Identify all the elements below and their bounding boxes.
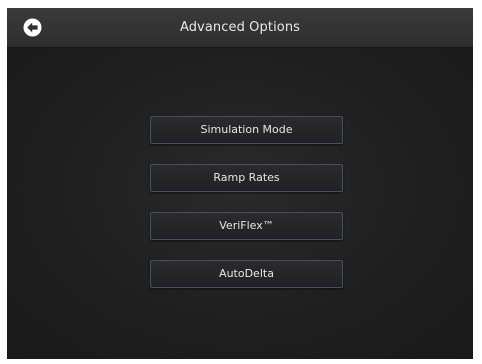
- veriflex-button[interactable]: VeriFlex™: [150, 212, 343, 240]
- simulation-mode-button[interactable]: Simulation Mode: [150, 116, 343, 144]
- advanced-options-screen: Advanced Options Simulation Mode Ramp Ra…: [7, 8, 473, 359]
- autodelta-button[interactable]: AutoDelta: [150, 260, 343, 288]
- options-panel: Simulation Mode Ramp Rates VeriFlex™ Aut…: [7, 48, 473, 359]
- arrow-left-circle-icon: [23, 18, 42, 37]
- ramp-rates-button[interactable]: Ramp Rates: [150, 164, 343, 192]
- page-title: Advanced Options: [179, 20, 301, 35]
- header-bar: Advanced Options: [7, 8, 473, 48]
- back-button[interactable]: [23, 18, 42, 37]
